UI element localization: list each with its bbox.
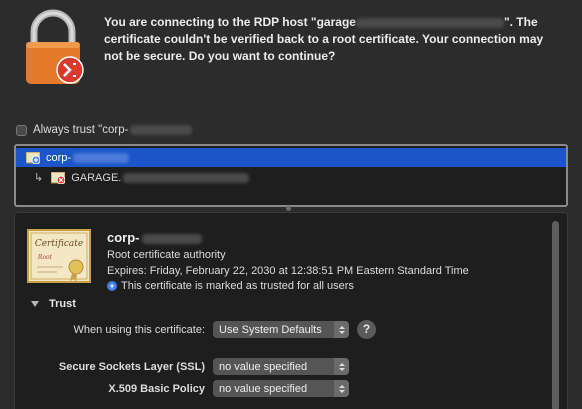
ssl-select[interactable]: no value specified — [213, 358, 349, 375]
redacted-host-name — [123, 172, 250, 183]
redacted-cert-name — [130, 125, 193, 135]
host-cert-error-icon — [51, 171, 66, 184]
trust-section-toggle[interactable]: Trust — [31, 298, 76, 310]
redacted-root-name — [73, 152, 130, 163]
trusted-note: + This certificate is marked as trusted … — [107, 280, 354, 292]
ssl-value: no value specified — [219, 360, 308, 373]
splitter-handle[interactable] — [286, 206, 291, 211]
x509-select[interactable]: no value specified — [213, 380, 349, 397]
chain-item-host[interactable]: ↳ GARAGE. — [16, 168, 566, 187]
certificate-chain-list[interactable]: corp- ↳ GARAGE. — [14, 144, 568, 207]
details-scrollbar[interactable] — [552, 221, 559, 409]
when-using-value: Use System Defaults — [219, 323, 322, 336]
trusted-note-text: This certificate is marked as trusted fo… — [121, 280, 354, 292]
lock-icon — [26, 9, 84, 84]
certificate-details-pane: Certificate Root corp- Root certificate … — [14, 212, 568, 409]
certificate-name-text: corp- — [107, 230, 140, 245]
always-trust-row[interactable]: Always trust "corp- — [16, 124, 193, 136]
certificate-dialog: You are connecting to the RDP host "gara… — [0, 0, 582, 409]
chain-item-host-label: GARAGE. — [71, 171, 122, 184]
chain-item-root[interactable]: corp- — [16, 148, 566, 167]
cert-icon-subtitle: Root — [37, 254, 53, 261]
child-arrow-icon: ↳ — [34, 172, 44, 184]
when-using-select[interactable]: Use System Defaults — [213, 321, 349, 338]
select-arrows-icon — [334, 358, 349, 375]
trust-section-label: Trust — [49, 298, 76, 310]
x509-value: no value specified — [219, 382, 308, 395]
select-arrows-icon — [334, 321, 349, 338]
certificate-name: corp- — [107, 230, 202, 245]
connection-warning-message: You are connecting to the RDP host "gara… — [104, 14, 564, 65]
redacted-hostname — [355, 17, 504, 28]
help-button[interactable]: ? — [357, 320, 376, 339]
select-arrows-icon — [334, 380, 349, 397]
ssl-label: Secure Sockets Layer (SSL) — [58, 361, 205, 373]
root-cert-icon — [26, 151, 40, 164]
x509-label: X.509 Basic Policy — [108, 383, 205, 395]
cert-icon-title: Certificate — [35, 239, 83, 249]
when-using-label: When using this certificate: — [73, 324, 205, 336]
certificate-expiry: Expires: Friday, February 22, 2030 at 12… — [107, 265, 469, 277]
disclosure-triangle-icon[interactable] — [31, 301, 39, 307]
warning-text-part1: You are connecting to the RDP host "gara… — [104, 15, 356, 29]
certificate-icon: Certificate Root — [27, 229, 91, 283]
redacted-certificate-name — [141, 233, 202, 244]
plus-badge-icon: + — [107, 281, 117, 291]
chain-item-root-label: corp- — [46, 151, 72, 164]
always-trust-label: Always trust "corp- — [33, 124, 129, 136]
certificate-type: Root certificate authority — [107, 249, 226, 261]
always-trust-checkbox[interactable] — [16, 124, 27, 136]
